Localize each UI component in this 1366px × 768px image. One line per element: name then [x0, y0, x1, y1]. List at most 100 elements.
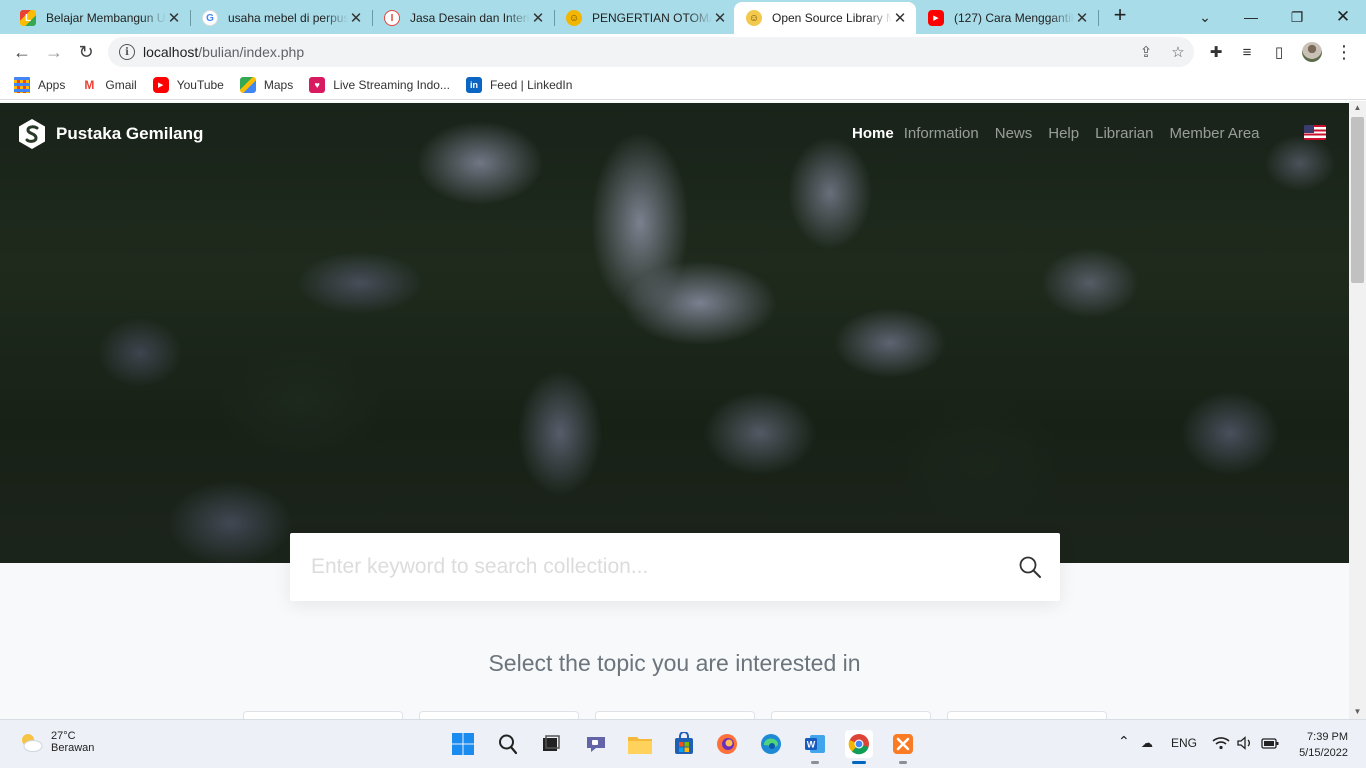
word-icon: W	[805, 735, 825, 753]
nav-home[interactable]: Home	[852, 125, 894, 142]
close-icon[interactable]: ✕	[530, 9, 546, 27]
search-icon[interactable]	[1000, 537, 1060, 597]
multicolor-l-icon: L	[20, 10, 36, 26]
bookmark-gmail[interactable]: M Gmail	[81, 76, 137, 93]
chrome-button[interactable]	[845, 730, 873, 764]
smiley-icon: ☺	[566, 10, 582, 26]
reload-button[interactable]: ↻	[73, 39, 99, 65]
nav-information[interactable]: Information	[904, 125, 979, 142]
tab-2[interactable]: G usaha mebel di perpus ✕	[190, 2, 372, 34]
file-explorer-button[interactable]	[626, 730, 654, 758]
onedrive-cloud-icon[interactable]: ☁	[1141, 736, 1153, 750]
brand-logo-icon	[19, 119, 45, 149]
task-view-button[interactable]	[537, 730, 565, 758]
bookmark-label: Live Streaming Indo...	[333, 77, 450, 92]
forward-button[interactable]: →	[41, 39, 67, 65]
address-bar[interactable]: i localhost/bulian/index.php ⇪ ☆	[108, 37, 1194, 67]
main-nav: Home Information News Help Librarian Mem…	[852, 125, 1276, 142]
topic-card[interactable]	[243, 711, 403, 719]
minimize-button[interactable]: —	[1228, 0, 1274, 34]
clock-date: 5/15/2022	[1299, 747, 1348, 759]
close-icon[interactable]: ✕	[348, 9, 364, 27]
close-icon[interactable]: ✕	[892, 9, 908, 27]
partly-cloudy-icon	[22, 734, 43, 752]
topic-card[interactable]	[947, 711, 1107, 719]
tab-5-active[interactable]: ☺ Open Source Library M ✕	[734, 2, 916, 34]
close-icon[interactable]: ✕	[1074, 9, 1090, 27]
firefox-button[interactable]	[713, 730, 741, 758]
url-text[interactable]: localhost/bulian/index.php	[143, 44, 1130, 60]
tab-search-button[interactable]: ⌄	[1182, 0, 1228, 34]
extensions-icon[interactable]: ✚	[1203, 39, 1229, 65]
page-scrollbar[interactable]: ▲ ▼	[1349, 101, 1366, 719]
bookmark-label: Feed | LinkedIn	[489, 77, 573, 92]
tab-title: Belajar Membangun U	[46, 11, 166, 25]
bookmark-live-streaming[interactable]: ♥ Live Streaming Indo...	[309, 76, 450, 93]
search-taskbar-button[interactable]	[494, 730, 522, 758]
close-window-button[interactable]: ✕	[1320, 0, 1366, 34]
nav-member-area[interactable]: Member Area	[1169, 125, 1259, 142]
xampp-button[interactable]	[889, 730, 917, 764]
search-input[interactable]	[311, 555, 1000, 579]
nav-librarian[interactable]: Librarian	[1095, 125, 1153, 142]
tab-4[interactable]: ☺ PENGERTIAN OTOMAS ✕	[554, 2, 736, 34]
microsoft-store-button[interactable]	[670, 730, 698, 758]
profile-avatar[interactable]	[1299, 39, 1325, 65]
scroll-down-arrow-icon[interactable]: ▼	[1349, 705, 1366, 719]
chat-icon	[587, 737, 605, 752]
star-icon[interactable]: ☆	[1162, 37, 1194, 67]
search-box	[290, 533, 1060, 601]
language-indicator[interactable]: ENG	[1171, 736, 1197, 750]
weather-widget[interactable]: 27°C Berawan	[18, 730, 94, 754]
tab-1[interactable]: L Belajar Membangun U ✕	[8, 2, 190, 34]
xampp-icon	[893, 734, 913, 754]
side-panel-icon[interactable]: ▯	[1266, 39, 1292, 65]
site-brand[interactable]: Pustaka Gemilang	[18, 118, 203, 150]
nav-news[interactable]: News	[995, 125, 1033, 142]
brand-name: Pustaka Gemilang	[56, 124, 204, 143]
maximize-button[interactable]: ❐	[1274, 0, 1320, 34]
smiley-icon: ☺	[746, 10, 762, 26]
topic-card[interactable]	[771, 711, 931, 719]
nav-help[interactable]: Help	[1048, 125, 1079, 142]
info-icon[interactable]: i	[119, 44, 135, 60]
store-icon	[675, 732, 693, 754]
start-button[interactable]	[449, 730, 477, 758]
chrome-icon	[848, 734, 869, 755]
weather-text: Berawan	[51, 742, 95, 754]
battery-charging-icon[interactable]	[1261, 736, 1279, 753]
scroll-up-arrow-icon[interactable]: ▲	[1349, 101, 1366, 115]
topic-heading: Select the topic you are interested in	[488, 650, 861, 676]
tab-6[interactable]: ▶ (127) Cara Menggantik ✕	[916, 2, 1098, 34]
new-tab-button[interactable]: +	[1108, 4, 1132, 28]
firefox-icon	[717, 734, 737, 754]
streaming-icon: ♥	[309, 76, 326, 93]
edge-icon	[761, 734, 781, 754]
share-icon[interactable]: ⇪	[1130, 37, 1162, 67]
scrollbar-thumb[interactable]	[1351, 117, 1364, 283]
us-flag-icon[interactable]	[1304, 125, 1326, 140]
close-icon[interactable]: ✕	[712, 9, 728, 27]
topic-card[interactable]	[419, 711, 579, 719]
windows-taskbar: 27°C Berawan W ⌃ ☁ ENG 7:39 PM 5/15/2022	[0, 719, 1366, 768]
temperature-text: 27°C	[51, 730, 76, 742]
google-g-icon: G	[202, 10, 218, 26]
bookmark-maps[interactable]: Maps	[239, 76, 293, 93]
chevron-up-icon[interactable]: ⌃	[1118, 733, 1130, 750]
volume-icon[interactable]	[1237, 736, 1253, 753]
wifi-icon[interactable]	[1212, 736, 1230, 753]
bookmark-youtube[interactable]: ▶ YouTube	[152, 76, 224, 93]
topic-card[interactable]	[595, 711, 755, 719]
word-button[interactable]: W	[801, 730, 829, 764]
tab-3[interactable]: I Jasa Desain dan Interio ✕	[372, 2, 554, 34]
close-icon[interactable]: ✕	[166, 9, 182, 27]
bookmark-apps[interactable]: Apps	[14, 76, 65, 93]
system-clock[interactable]: 7:39 PM 5/15/2022	[1290, 729, 1348, 761]
teams-chat-button[interactable]	[582, 730, 610, 758]
bookmark-linkedin[interactable]: in Feed | LinkedIn	[465, 76, 573, 93]
back-button[interactable]: ←	[9, 39, 35, 65]
edge-button[interactable]	[757, 730, 785, 758]
menu-kebab-icon[interactable]: ⋮	[1331, 39, 1357, 65]
media-control-icon[interactable]: ≡	[1234, 39, 1260, 65]
youtube-icon: ▶	[152, 76, 169, 93]
